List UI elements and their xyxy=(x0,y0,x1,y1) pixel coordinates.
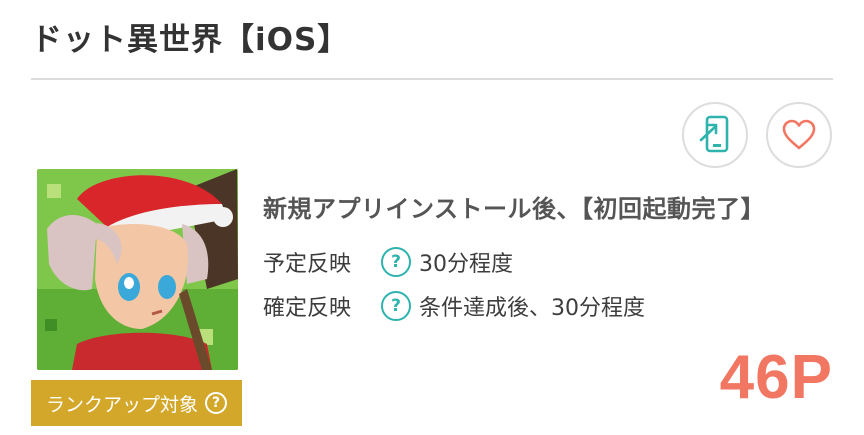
app-icon[interactable] xyxy=(37,169,238,370)
app-icon-image xyxy=(37,169,238,370)
rank-up-label: ランクアップ対象 xyxy=(45,393,198,416)
confirmed-reflection-label: 確定反映 xyxy=(263,296,352,321)
scheduled-reflection-label: 予定反映 xyxy=(263,252,352,277)
confirmed-reflection-value: 条件達成後、30分程度 xyxy=(419,296,645,321)
title-divider xyxy=(31,78,833,80)
offer-detail-card: ドット異世界【iOS】 ランクアップ対象 ? 新規アプリインストール後、【初回起… xyxy=(0,0,864,435)
page-title: ドット異世界【iOS】 xyxy=(31,22,350,58)
scheduled-reflection-value: 30分程度 xyxy=(419,252,513,277)
question-icon[interactable]: ? xyxy=(381,247,411,277)
rank-up-badge[interactable]: ランクアップ対象 ? xyxy=(31,380,242,426)
open-on-device-button[interactable] xyxy=(682,102,748,168)
heart-icon xyxy=(782,119,816,150)
scheduled-reflection-row: 予定反映 ? 30分程度 xyxy=(263,246,513,278)
question-icon[interactable]: ? xyxy=(381,291,411,321)
smartphone-arrow-icon xyxy=(699,115,729,153)
confirmed-reflection-row: 確定反映 ? 条件達成後、30分程度 xyxy=(263,290,645,322)
rank-help-icon[interactable]: ? xyxy=(205,392,227,414)
favorite-button[interactable] xyxy=(766,102,832,168)
offer-condition: 新規アプリインストール後、【初回起動完了】 xyxy=(263,195,766,223)
reward-points: 46P xyxy=(719,343,833,412)
